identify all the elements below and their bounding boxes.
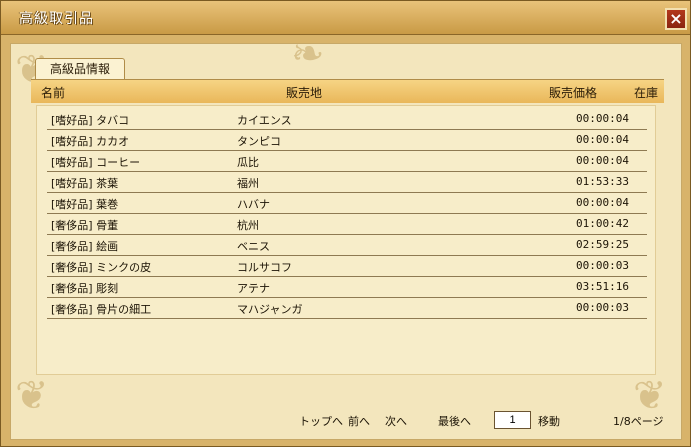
- column-header-place[interactable]: 販売地: [286, 84, 322, 101]
- item-value: 00:00:03: [576, 301, 629, 314]
- item-place: ベニス: [237, 240, 270, 253]
- item-value: 03:51:16: [576, 280, 629, 293]
- table-row[interactable]: [嗜好品] カカオ タンピコ 00:00:04: [47, 131, 647, 151]
- close-icon: ×: [669, 9, 683, 28]
- item-name: [嗜好品] コーヒー: [51, 156, 141, 169]
- item-name: [嗜好品] カカオ: [51, 135, 130, 148]
- trade-window: 高級取引品 × ❦ ❧ ❦ ❦ 高級品情報 名前 販売地 販売価格 在庫 [嗜好…: [0, 0, 691, 447]
- last-page-button[interactable]: 最後へ: [438, 413, 471, 429]
- item-place: タンピコ: [237, 135, 281, 148]
- item-place: カイエンス: [237, 114, 292, 127]
- go-button[interactable]: 移動: [538, 413, 560, 429]
- column-header-name[interactable]: 名前: [41, 84, 65, 101]
- item-name: [嗜好品] 茶葉: [51, 177, 119, 190]
- item-value: 00:00:04: [576, 196, 629, 209]
- item-name: [奢侈品] 絵画: [51, 240, 119, 253]
- table-row[interactable]: [奢侈品] 彫刻 アテナ 03:51:16: [47, 278, 647, 298]
- table-row[interactable]: [嗜好品] 茶葉 福州 01:53:33: [47, 173, 647, 193]
- item-value: 00:00:03: [576, 259, 629, 272]
- first-page-button[interactable]: トップへ: [299, 413, 343, 429]
- item-name: [嗜好品] タバコ: [51, 114, 130, 127]
- table-row[interactable]: [嗜好品] 葉巻 ハバナ 00:00:04: [47, 194, 647, 214]
- table-header: 名前 販売地 販売価格 在庫: [31, 79, 664, 103]
- table-row[interactable]: [奢侈品] 骨董 杭州 01:00:42: [47, 215, 647, 235]
- item-list: [嗜好品] タバコ カイエンス 00:00:04 [嗜好品] カカオ タンピコ …: [36, 105, 656, 375]
- item-place: アテナ: [237, 282, 270, 295]
- window-title: 高級取引品: [19, 11, 94, 27]
- prev-page-button[interactable]: 前へ: [348, 413, 370, 429]
- item-value: 00:00:04: [576, 154, 629, 167]
- next-page-button[interactable]: 次へ: [385, 413, 407, 429]
- item-name: [嗜好品] 葉巻: [51, 198, 119, 211]
- table-row[interactable]: [嗜好品] コーヒー 瓜比 00:00:04: [47, 152, 647, 172]
- item-place: コルサコフ: [237, 261, 292, 274]
- item-name: [奢侈品] ミンクの皮: [51, 261, 152, 274]
- item-value: 01:53:33: [576, 175, 629, 188]
- title-bar[interactable]: 高級取引品 ×: [1, 1, 690, 35]
- item-place: 瓜比: [237, 156, 259, 169]
- item-place: マハジャンガ: [237, 303, 303, 316]
- table-row[interactable]: [嗜好品] タバコ カイエンス 00:00:04: [47, 110, 647, 130]
- tab-luxury-info[interactable]: 高級品情報: [35, 58, 125, 79]
- item-place: ハバナ: [237, 198, 270, 211]
- column-header-price[interactable]: 販売価格: [549, 84, 597, 101]
- item-name: [奢侈品] 彫刻: [51, 282, 119, 295]
- close-button[interactable]: ×: [665, 8, 687, 30]
- page-indicator: 1/8ページ: [613, 415, 664, 428]
- item-value: 00:00:04: [576, 112, 629, 125]
- item-value: 01:00:42: [576, 217, 629, 230]
- item-value: 02:59:25: [576, 238, 629, 251]
- column-header-stock[interactable]: 在庫: [634, 84, 658, 101]
- table-row[interactable]: [奢侈品] ミンクの皮 コルサコフ 00:00:03: [47, 257, 647, 277]
- table-row[interactable]: [奢侈品] 絵画 ベニス 02:59:25: [47, 236, 647, 256]
- item-name: [奢侈品] 骨片の細工: [51, 303, 152, 316]
- corner-ornament-icon: ❦: [15, 373, 49, 419]
- item-place: 杭州: [237, 219, 259, 232]
- table-row[interactable]: [奢侈品] 骨片の細工 マハジャンガ 00:00:03: [47, 299, 647, 319]
- page-number-input[interactable]: [494, 411, 531, 429]
- top-ornament-icon: ❧: [291, 31, 325, 77]
- item-name: [奢侈品] 骨董: [51, 219, 119, 232]
- item-value: 00:00:04: [576, 133, 629, 146]
- item-place: 福州: [237, 177, 259, 190]
